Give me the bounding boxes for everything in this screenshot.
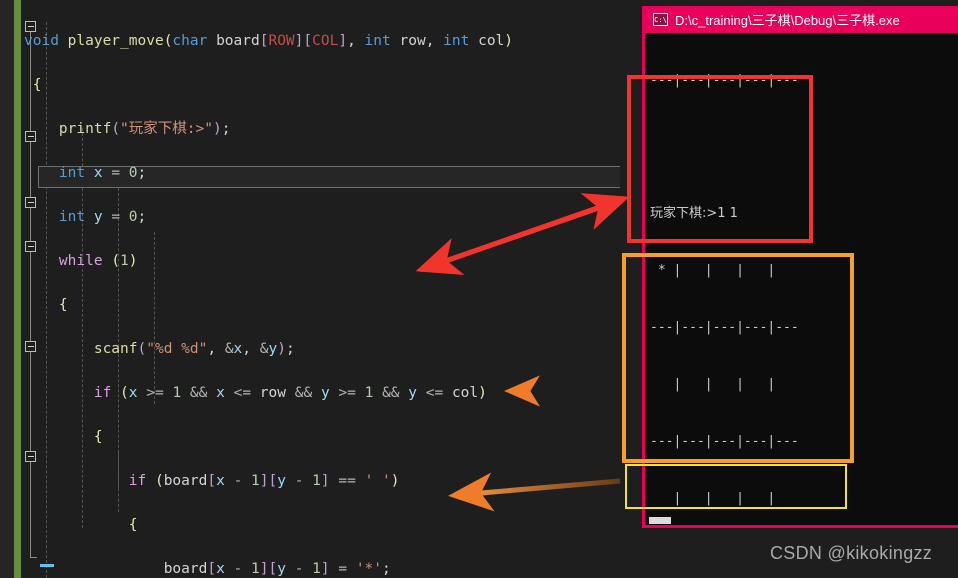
console-board-row: | | | | [650,491,799,506]
editor-change-bar [14,0,21,578]
cmd-console-icon: C:\ [653,13,668,26]
code-line: { [58,297,68,313]
code-editor[interactable]: void player_move(char board[ROW][COL], i… [0,0,620,578]
code-line: int x = 0; [58,165,147,181]
code-line: { [32,77,42,93]
code-line: printf("玩家下棋:>"); [58,121,231,137]
console-board-row: * | | | | [650,263,799,278]
code-line: if (x >= 1 && x <= row && y >= 1 && y <=… [93,385,487,401]
console-board-row: ---|---|---|---|--- [650,320,799,335]
console-board-row: | | | | [650,377,799,392]
console-board-row: ---|---|---|---|--- [650,434,799,449]
code-line: { [128,517,138,533]
scrollbar-thumb[interactable] [649,517,671,524]
console-titlebar[interactable]: C:\ D:\c_training\三子棋\Debug\三子棋.exe [645,6,958,33]
code-line: { [93,429,103,445]
code-line: board[x - 1][y - 1] = '*'; [163,561,391,577]
text-caret [40,564,54,567]
code-line: int y = 0; [58,209,147,225]
console-line-partial-board: ---|---|---|---|--- [650,73,799,88]
console-window[interactable]: C:\ D:\c_training\三子棋\Debug\三子棋.exe ---|… [642,6,958,528]
console-horizontal-scrollbar[interactable] [645,516,958,525]
code-text[interactable]: void player_move(char board[ROW][COL], i… [24,8,620,578]
code-line: void player_move(char board[ROW][COL], i… [24,33,514,49]
console-prompt-1: 玩家下棋:>1 1 [650,206,738,221]
code-line: scanf("%d %d", &x, &y); [93,341,295,357]
code-line: while (1) [58,253,138,269]
code-line: if (board[x - 1][y - 1] == ' ') [128,473,400,489]
console-output: ---|---|---|---|--- 玩家下棋:>1 1 * | | | | … [645,33,958,525]
console-title-text: D:\c_training\三子棋\Debug\三子棋.exe [675,13,900,28]
watermark-text: CSDN @kikokingzz [770,543,933,563]
